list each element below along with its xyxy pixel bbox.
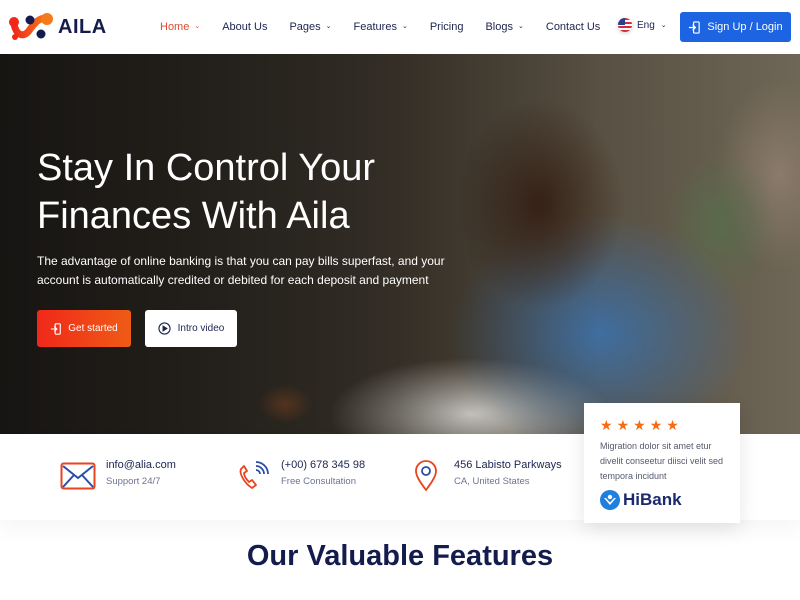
company-name: HiBank [623, 490, 682, 509]
nav-item-pages[interactable]: Pages ⌄ [289, 21, 331, 33]
phone-icon [233, 458, 273, 494]
play-icon [158, 322, 171, 335]
hero-buttons: Get started Intro video [37, 310, 457, 347]
nav-item-contact-us[interactable]: Contact Us [546, 21, 600, 33]
address-region: CA, United States [454, 476, 530, 487]
logo-mark-icon [9, 13, 53, 40]
contact-address[interactable]: 456 Labisto Parkways CA, United States [406, 458, 562, 494]
hero-content: Stay In Control Your Finances With Aila … [37, 144, 457, 347]
get-started-button[interactable]: Get started [37, 310, 131, 347]
star-icon: ★ [666, 417, 679, 433]
nav-label: Pricing [429, 21, 464, 33]
login-icon [50, 322, 62, 335]
email-address: info@alia.com [106, 459, 176, 471]
chevron-down-icon: ⌄ [518, 23, 524, 30]
star-icon: ★ [649, 417, 663, 433]
email-subtitle: Support 24/7 [106, 476, 161, 487]
phone-number: (+00) 678 345 98 [281, 459, 366, 471]
phone-subtitle: Free Consultation [281, 476, 356, 487]
contact-phone[interactable]: (+00) 678 345 98 Free Consultation [233, 458, 365, 494]
reviewer-company: HiBank [600, 490, 724, 510]
main-nav: Home ⌄ About Us Pages ⌄ Features ⌄ Prici… [160, 0, 622, 54]
chevron-down-icon: ⌄ [325, 23, 332, 30]
star-icon: ★ [633, 417, 646, 433]
nav-item-about-us[interactable]: About Us [222, 21, 267, 33]
logo[interactable]: AILA [8, 10, 107, 44]
review-text: Migration dolor sit amet etur divelit co… [600, 441, 724, 481]
review-card: ★ ★ ★ ★ ★ Migration dolor sit amet etur … [584, 403, 740, 523]
chevron-down-icon: ⌄ [401, 23, 408, 30]
nav-item-home[interactable]: Home ⌄ [160, 21, 200, 33]
intro-video-button[interactable]: Intro video [145, 310, 237, 347]
nav-item-pricing[interactable]: Pricing [430, 21, 464, 33]
nav-label: Blogs [485, 21, 513, 33]
chevron-down-icon: ⌄ [194, 23, 201, 30]
features-title: Our Valuable Features [246, 540, 554, 572]
site-header: AILA Home ⌄ About Us Pages ⌄ Features ⌄ … [0, 0, 800, 54]
login-icon [688, 20, 701, 34]
hero-section: Stay In Control Your Finances With Aila … [0, 54, 800, 434]
nav-label: Contact Us [545, 21, 601, 33]
language-label: Eng [637, 19, 655, 31]
nav-item-blogs[interactable]: Blogs ⌄ [485, 21, 523, 33]
signup-label: Sign Up / Login [707, 21, 783, 33]
signup-login-button[interactable]: Sign Up / Login [680, 12, 791, 42]
nav-item-features[interactable]: Features ⌄ [354, 21, 408, 33]
rating-stars: ★ ★ ★ ★ ★ [600, 417, 724, 433]
star-icon: ★ [616, 417, 630, 433]
contact-email[interactable]: info@alia.com Support 24/7 [58, 458, 176, 494]
chevron-down-icon: ⌄ [660, 22, 667, 29]
page: AILA Home ⌄ About Us Pages ⌄ Features ⌄ … [0, 0, 800, 600]
intro-video-label: Intro video [177, 323, 225, 334]
nav-label: Home [160, 21, 190, 33]
star-icon: ★ [600, 417, 613, 433]
nav-label: Pages [289, 21, 321, 33]
nav-label: Features [353, 21, 397, 33]
us-flag-icon [618, 18, 632, 32]
location-pin-icon [406, 458, 446, 494]
envelope-icon [58, 458, 98, 494]
hero-title: Stay In Control Your Finances With Aila [37, 147, 375, 237]
street-address: 456 Labisto Parkways [454, 459, 562, 471]
hibank-logo-icon [600, 490, 620, 510]
get-started-label: Get started [68, 323, 118, 334]
brand-name: AILA [58, 15, 107, 38]
language-selector[interactable]: Eng ⌄ [618, 18, 667, 32]
nav-label: About Us [222, 21, 268, 33]
hero-subtitle: The advantage of online banking is that … [37, 254, 445, 287]
